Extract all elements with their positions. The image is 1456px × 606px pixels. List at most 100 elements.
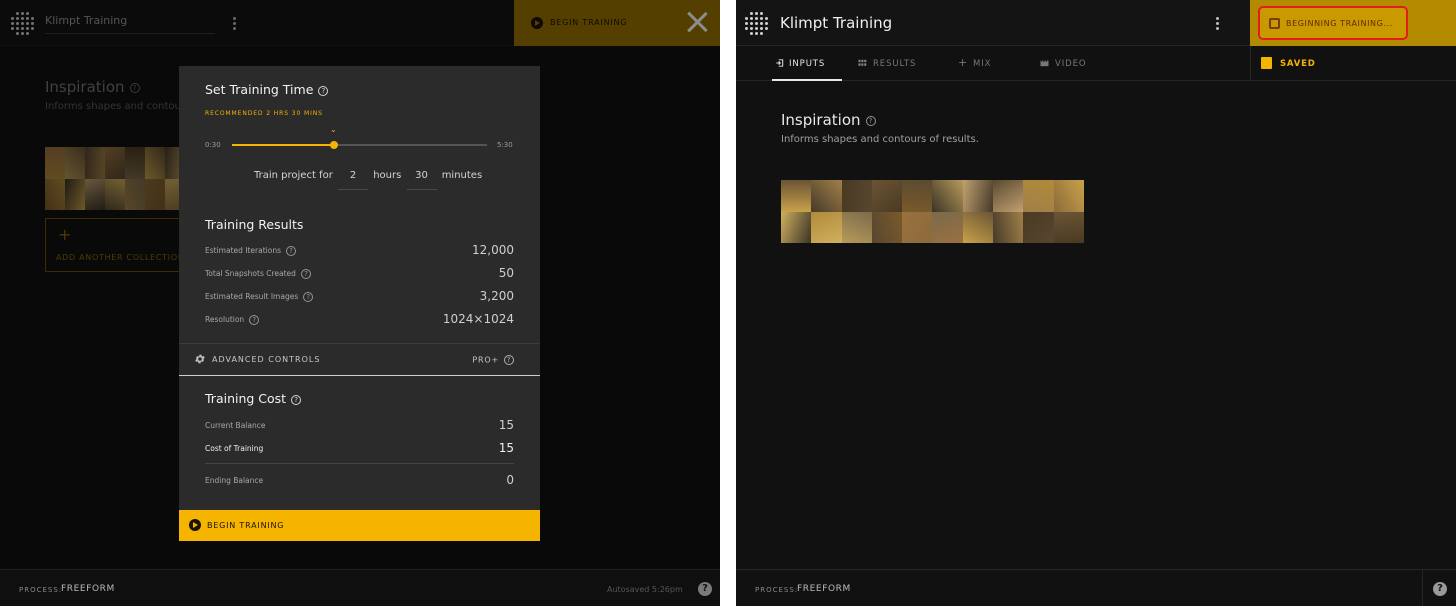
gear-icon [195, 354, 205, 364]
input-icon [776, 59, 784, 67]
help-icon[interactable]: ? [698, 582, 712, 596]
process-key: PROCESS: [755, 586, 799, 594]
process-key: PROCESS: [19, 586, 63, 594]
collection-image-tile [1023, 211, 1054, 243]
tab-inputs[interactable]: INPUTS [772, 46, 842, 81]
help-icon[interactable]: ? [318, 85, 329, 96]
pro-label: PRO+ [472, 355, 499, 365]
result-value: 3,200 [479, 289, 514, 303]
collection-image-tile [1023, 180, 1054, 212]
advanced-controls-toggle[interactable]: ADVANCED CONTROLS PRO+? [179, 343, 540, 376]
collection-image-tile [962, 180, 994, 212]
more-menu-icon[interactable] [1216, 17, 1220, 31]
begin-training-button[interactable]: BEGIN TRAINING [179, 510, 540, 541]
recommended-time-label: RECOMMENDED 2 HRS 30 MINS [205, 110, 323, 117]
advanced-controls-label: ADVANCED CONTROLS [212, 355, 321, 364]
slider-fill [232, 144, 334, 146]
inspiration-title: Inspiration? [781, 111, 876, 129]
result-label-text: Total Snapshots Created [205, 269, 296, 278]
left-screen: Klimpt Training BEGIN TRAINING Inspirati… [0, 0, 720, 606]
chip-icon [1269, 18, 1280, 29]
app-logo-icon[interactable] [745, 12, 768, 35]
result-label: Total Snapshots Created? [205, 269, 311, 279]
tab-bar: INPUTS RESULTS + MIX VIDEO [736, 46, 1250, 81]
training-time-slider[interactable] [232, 141, 487, 149]
autosave-status: Autosaved 5:26pm [607, 585, 683, 594]
minutes-label: minutes [441, 170, 483, 181]
collection-image-tile [932, 180, 963, 212]
collection-image-tile [871, 211, 903, 243]
train-duration-row: Train project for 2 hours 30 minutes [254, 170, 482, 190]
help-icon[interactable]: ? [291, 394, 302, 405]
pro-badge: PRO+? [472, 355, 514, 365]
saved-label: SAVED [1280, 59, 1316, 69]
hours-input[interactable]: 2 [338, 170, 368, 190]
process-value: FREEFORM [797, 584, 851, 594]
tab-results[interactable]: RESULTS [858, 46, 928, 81]
result-label: Estimated Result Images? [205, 292, 314, 302]
current-balance-value: 15 [498, 418, 514, 432]
beginning-training-button[interactable]: BEGINNING TRAINING... [1258, 6, 1408, 40]
beginning-training-label: BEGINNING TRAINING... [1286, 19, 1393, 28]
result-label-text: Estimated Iterations [205, 246, 281, 255]
slider-handle[interactable] [330, 141, 338, 149]
minutes-input[interactable]: 30 [406, 170, 437, 190]
training-results-title: Training Results [205, 217, 304, 232]
collection-image-tile [902, 211, 933, 243]
divider [205, 463, 514, 464]
slider-max-label: 5:30 [497, 141, 513, 149]
collection-image-tile [871, 180, 903, 212]
help-icon[interactable]: ? [504, 355, 514, 365]
help-icon[interactable]: ? [1433, 582, 1447, 596]
tab-video[interactable]: VIDEO [1040, 46, 1110, 81]
saved-status: SAVED [1250, 46, 1456, 81]
result-label-text: Estimated Result Images [205, 292, 299, 301]
play-icon [189, 519, 201, 531]
ending-balance-value: 0 [506, 473, 514, 487]
tab-label: VIDEO [1055, 59, 1087, 69]
training-cost-text: Training Cost [205, 391, 287, 406]
inspiration-subtitle: Informs shapes and contours of results. [781, 134, 979, 145]
train-prefix-label: Train project for [254, 170, 333, 181]
process-value: FREEFORM [61, 584, 115, 594]
right-screen: Klimpt Training BEGINNING TRAINING... IN… [736, 0, 1456, 606]
help-icon[interactable]: ? [303, 292, 314, 302]
result-label: Estimated Iterations? [205, 246, 296, 256]
result-label: Resolution? [205, 315, 260, 325]
collection-image-tile [811, 211, 842, 243]
collection-image-tile [993, 180, 1024, 212]
slider-min-label: 0:30 [205, 141, 221, 149]
tab-mix[interactable]: + MIX [958, 46, 1018, 81]
film-icon [1040, 60, 1049, 67]
result-value: 1024×1024 [442, 312, 514, 326]
cost-of-training-value: 15 [498, 441, 514, 455]
tab-label: MIX [973, 59, 992, 69]
plus-icon: + [958, 56, 969, 69]
result-value: 50 [498, 266, 514, 280]
collection-image-tile [1053, 211, 1084, 243]
training-settings-modal: Set Training Time? RECOMMENDED 2 HRS 30 … [179, 66, 540, 541]
top-bar: Klimpt Training BEGINNING TRAINING... [736, 0, 1456, 46]
help-icon[interactable]: ? [865, 115, 876, 126]
bookmark-icon [1261, 57, 1272, 69]
result-row: Total Snapshots Created? 50 [205, 266, 514, 282]
footer-bar: PROCESS: FREEFORM ? [736, 569, 1456, 606]
help-icon[interactable]: ? [286, 246, 296, 256]
collection-image-tile [962, 211, 994, 243]
collection-image-tile [781, 180, 812, 212]
current-balance-label: Current Balance [205, 421, 266, 430]
hours-label: hours [373, 170, 402, 181]
collection-image-tile [811, 180, 842, 212]
cost-of-training-row: Cost of Training 15 [205, 441, 514, 457]
training-status-area: BEGINNING TRAINING... [1250, 0, 1456, 46]
grid-icon [858, 59, 867, 66]
collection-image-tile [932, 211, 963, 243]
set-training-time-title: Set Training Time? [205, 82, 329, 97]
help-icon[interactable]: ? [300, 269, 311, 279]
inspiration-collection-thumbnail[interactable] [781, 180, 1084, 243]
result-row: Estimated Iterations? 12,000 [205, 243, 514, 259]
help-icon[interactable]: ? [249, 315, 260, 325]
project-title[interactable]: Klimpt Training [780, 14, 892, 32]
current-balance-row: Current Balance 15 [205, 418, 514, 434]
begin-training-label: BEGIN TRAINING [207, 521, 285, 530]
